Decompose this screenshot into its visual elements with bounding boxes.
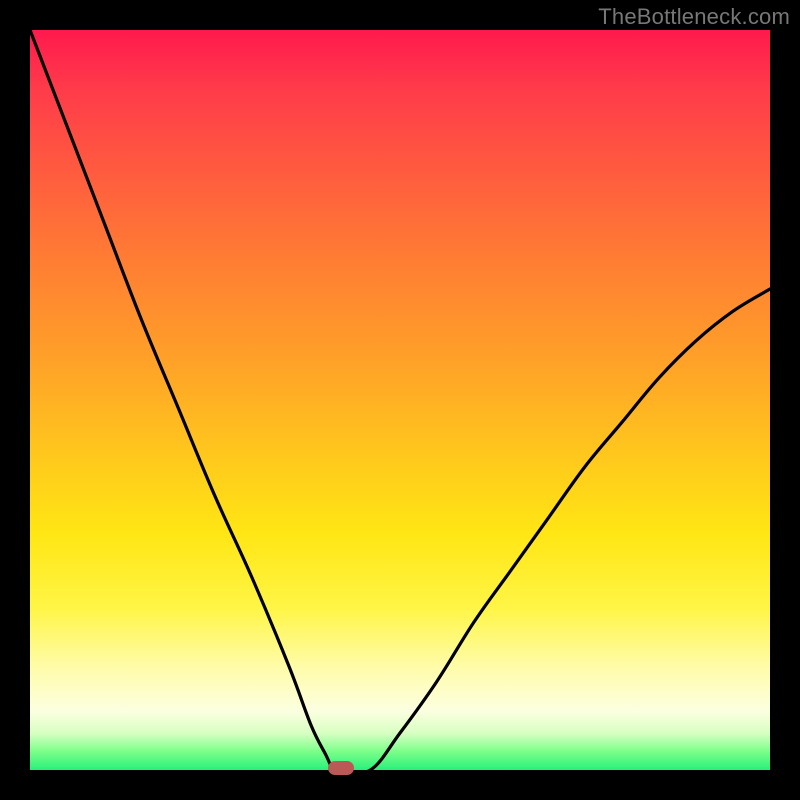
watermark-text: TheBottleneck.com: [598, 4, 790, 30]
bottleneck-curve: [30, 30, 770, 770]
optimal-point-marker: [328, 761, 354, 775]
curve-path: [30, 30, 770, 773]
chart-frame: TheBottleneck.com: [0, 0, 800, 800]
plot-area: [30, 30, 770, 770]
